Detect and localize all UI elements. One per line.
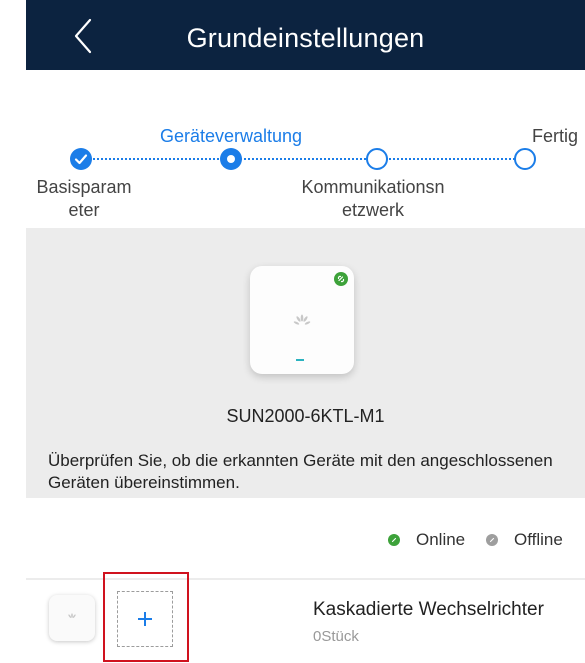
device-model-name: SUN2000-6KTL-M1 <box>226 406 385 426</box>
progress-stepper: Basisparam eter Geräteverwaltung Kommuni… <box>26 70 585 228</box>
legend-online: Online <box>388 530 465 550</box>
brand-logo-icon <box>293 314 311 325</box>
step-pending-icon <box>366 148 388 170</box>
cascade-count: 0Stück <box>313 628 359 645</box>
status-led <box>296 359 304 361</box>
step-connector <box>84 158 231 160</box>
step-label-geraeteverwaltung: Geräteverwaltung <box>159 126 303 146</box>
device-panel: SUN2000-6KTL-M1 Überprüfen Sie, ob die e… <box>26 228 585 498</box>
cascade-inverter-thumbnail[interactable] <box>49 595 95 641</box>
legend-offline-label: Offline <box>514 530 563 549</box>
online-dot-icon <box>388 534 400 546</box>
cascade-inverters-row: Kaskadierte Wechselrichter 0Stück <box>0 572 585 663</box>
page-title: Grundeinstellungen <box>186 23 425 53</box>
header-bar: Grundeinstellungen <box>26 0 585 70</box>
add-cascade-inverter-button[interactable] <box>117 591 173 647</box>
step-connector <box>240 158 370 160</box>
legend-online-label: Online <box>416 530 466 549</box>
brand-logo-icon <box>68 613 76 618</box>
plus-icon <box>138 612 152 626</box>
inverter-device-card[interactable] <box>250 266 354 374</box>
step-completed-icon <box>70 148 92 170</box>
step-label-fertig: Fertig <box>531 126 578 146</box>
step-pending-icon <box>514 148 536 170</box>
legend-offline: Offline <box>486 530 563 550</box>
step-active-icon <box>220 148 242 170</box>
cascade-title: Kaskadierte Wechselrichter <box>313 599 544 620</box>
offline-dot-icon <box>486 534 498 546</box>
verification-hint: Überprüfen Sie, ob die erkannten Geräte … <box>48 451 553 492</box>
step-label-basisparameter: Basisparam eter <box>36 177 132 220</box>
step-connector <box>386 158 518 160</box>
online-status-icon <box>334 272 348 286</box>
step-label-kommunikationsnetzwerk: Kommunikationsn etzwerk <box>301 177 445 220</box>
status-legend: Online Offline <box>26 498 585 578</box>
